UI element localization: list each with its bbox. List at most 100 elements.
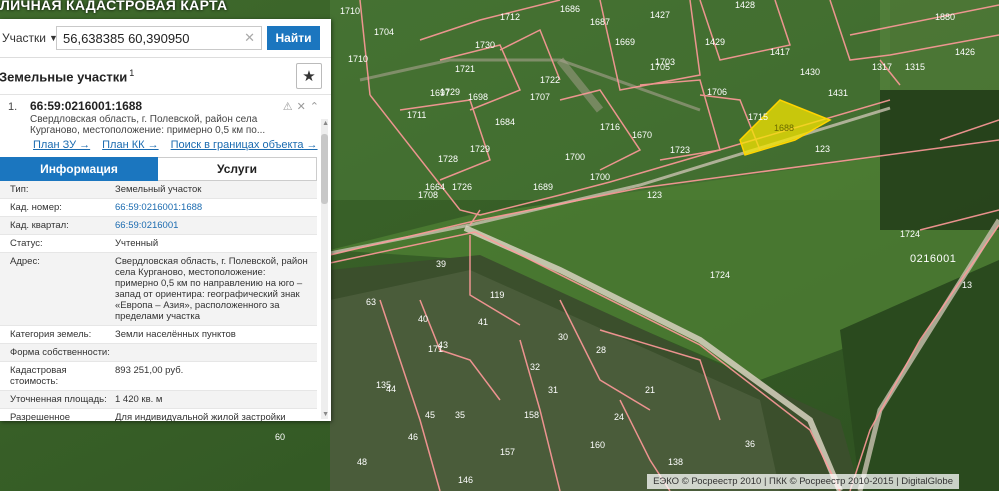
plan-kk-link[interactable]: План КК → — [102, 139, 158, 151]
parcel-number-label: 1431 — [828, 88, 848, 98]
parcel-number-label: 1724 — [900, 229, 920, 239]
parcel-number-label: 171 — [428, 344, 443, 354]
parcel-number-label: 135 — [376, 380, 391, 390]
property-value: 893 251,00 руб. — [115, 365, 184, 376]
parcel-number-label: 31 — [548, 385, 558, 395]
parcel-number-label: 45 — [425, 410, 435, 420]
property-value: Земли населённых пунктов — [115, 329, 236, 340]
property-value: Для индивидуальной жилой застройки — [115, 412, 286, 421]
property-value: Учтенный — [115, 238, 159, 249]
parcel-number-label: 40 — [418, 314, 428, 324]
parcel-number-label: 1723 — [670, 145, 690, 155]
find-button[interactable]: Найти — [267, 26, 320, 50]
parcel-number-label: 1430 — [800, 67, 820, 77]
results-title-text: Земельные участки — [0, 69, 128, 85]
favorite-star-button[interactable]: ★ — [296, 63, 322, 89]
property-table: Тип: Земельный участок Кад. номер: 66:59:0… — [0, 181, 317, 421]
result-icons: ⚠ ✕ ⌃ — [283, 100, 319, 113]
property-row: Кад. квартал: 66:59:0216001 — [0, 217, 317, 235]
parcel-number-label: 119 — [490, 290, 504, 300]
parcel-number-label: 157 — [500, 447, 515, 457]
property-key: Уточненная площадь: — [10, 394, 107, 405]
parcel-number-label: 1710 — [340, 6, 360, 16]
clear-icon[interactable]: ✕ — [244, 30, 255, 46]
property-value: Земельный участок — [115, 184, 202, 195]
parcel-number-label: 1700 — [590, 172, 610, 182]
scroll-up-icon[interactable]: ▲ — [322, 120, 329, 127]
property-key: Разрешенное — [10, 412, 71, 421]
parcel-number-label: 1726 — [452, 182, 472, 192]
property-value-link[interactable]: 66:59:0216001 — [110, 217, 184, 234]
parcel-number-label: 60 — [275, 432, 285, 442]
parcel-number-label: 138 — [668, 457, 683, 467]
map-attribution: ЕЭКО © Росреестр 2010 | ПКК © Росреестр … — [647, 474, 959, 489]
parcel-number-label: 1728 — [438, 154, 458, 164]
property-key: Тип: — [10, 184, 29, 195]
parcel-number-label: 1730 — [475, 40, 495, 50]
property-row: Кад. номер: 66:59:0216001:1688 — [0, 199, 317, 217]
result-cadastral-number[interactable]: 66:59:0216001:1688 — [30, 99, 142, 113]
parcel-number-label: 123 — [647, 190, 662, 200]
map-title: ЛИЧНАЯ КАДАСТРОВАЯ КАРТА — [0, 0, 228, 13]
parcel-number-label: 1698 — [468, 92, 488, 102]
property-key: Категория земель: — [10, 329, 92, 340]
parcel-number-label: 1317 — [872, 62, 892, 72]
plan-zu-link[interactable]: План ЗУ → — [33, 139, 90, 151]
property-key: Адрес: — [10, 256, 40, 267]
result-item[interactable]: 1. 66:59:0216001:1688 Свердловская облас… — [0, 95, 331, 157]
parcel-number-label: 123 — [815, 144, 830, 154]
parcel-number-label: 146 — [458, 475, 473, 485]
parcel-number-label: 1426 — [955, 47, 975, 57]
parcel-number-label: 1716 — [600, 122, 620, 132]
property-row: Адрес: Свердловская область, г. Полевской… — [0, 253, 317, 326]
parcel-number-label: 1715 — [748, 112, 768, 122]
search-type-select[interactable]: Участки ▼ — [0, 31, 58, 45]
property-key: Форма собственности: — [10, 347, 110, 358]
parcel-number-label: 1689 — [533, 182, 553, 192]
parcel-number-label: 1429 — [705, 37, 725, 47]
parcel-number-label: 1721 — [455, 64, 475, 74]
parcel-number-label: 1710 — [348, 54, 368, 64]
property-value: 1 420 кв. м — [115, 394, 163, 405]
warning-icon[interactable]: ⚠ — [283, 100, 293, 113]
tab-information[interactable]: Информация — [0, 157, 158, 181]
property-key: Кадастровая стоимость: — [10, 365, 67, 387]
property-row: Кадастровая стоимость: 893 251,00 руб. — [0, 362, 317, 391]
parcel-number-label: 39 — [436, 259, 446, 269]
result-address: Свердловская область, г. Полевской, райо… — [30, 114, 266, 136]
selected-parcel-label: 1688 — [774, 123, 794, 133]
search-input[interactable]: 56,638385 60,390950 ✕ — [56, 26, 262, 50]
parcel-number-label: 63 — [366, 297, 376, 307]
parcel-number-label: 1669 — [615, 37, 635, 47]
parcel-number-label: 1880 — [935, 12, 955, 22]
close-icon[interactable]: ✕ — [297, 100, 306, 113]
parcel-number-label: 1707 — [530, 92, 550, 102]
parcel-number-label: 1428 — [735, 0, 755, 10]
parcel-number-label: 1706 — [707, 87, 727, 97]
parcel-number-label: 1722 — [540, 75, 560, 85]
scroll-down-icon[interactable]: ▼ — [322, 411, 329, 418]
parcel-number-label: 28 — [596, 345, 606, 355]
result-links: План ЗУ → План КК → Поиск в границах объ… — [33, 139, 318, 151]
search-type-label: Участки — [2, 31, 46, 45]
parcel-number-label: 1670 — [632, 130, 652, 140]
parcel-number-label: 41 — [478, 317, 488, 327]
property-value-link[interactable]: 66:59:0216001:1688 — [110, 199, 208, 216]
parcel-number-label: 1315 — [905, 62, 925, 72]
search-in-bounds-link[interactable]: Поиск в границах объекта → — [171, 139, 318, 151]
parcel-number-label: 21 — [645, 385, 655, 395]
property-row: Категория земель: Земли населённых пункто… — [0, 326, 317, 344]
property-key: Кад. квартал: — [10, 220, 69, 231]
panel-scroll-thumb[interactable] — [321, 134, 328, 204]
results-count: 1 — [129, 67, 135, 78]
parcel-number-label: 32 — [530, 362, 540, 372]
parcel-number-label: 1724 — [710, 270, 730, 280]
chevron-up-icon[interactable]: ⌃ — [310, 100, 319, 113]
result-index: 1. — [8, 101, 18, 113]
property-key: Статус: — [10, 238, 43, 249]
results-header: Земельные участки 1 ★ — [0, 58, 331, 95]
parcel-number-label: 46 — [408, 432, 418, 442]
tab-services[interactable]: Услуги — [158, 157, 317, 181]
parcel-number-label: 1684 — [495, 117, 515, 127]
detail-tabs: Информация Услуги — [0, 157, 317, 181]
